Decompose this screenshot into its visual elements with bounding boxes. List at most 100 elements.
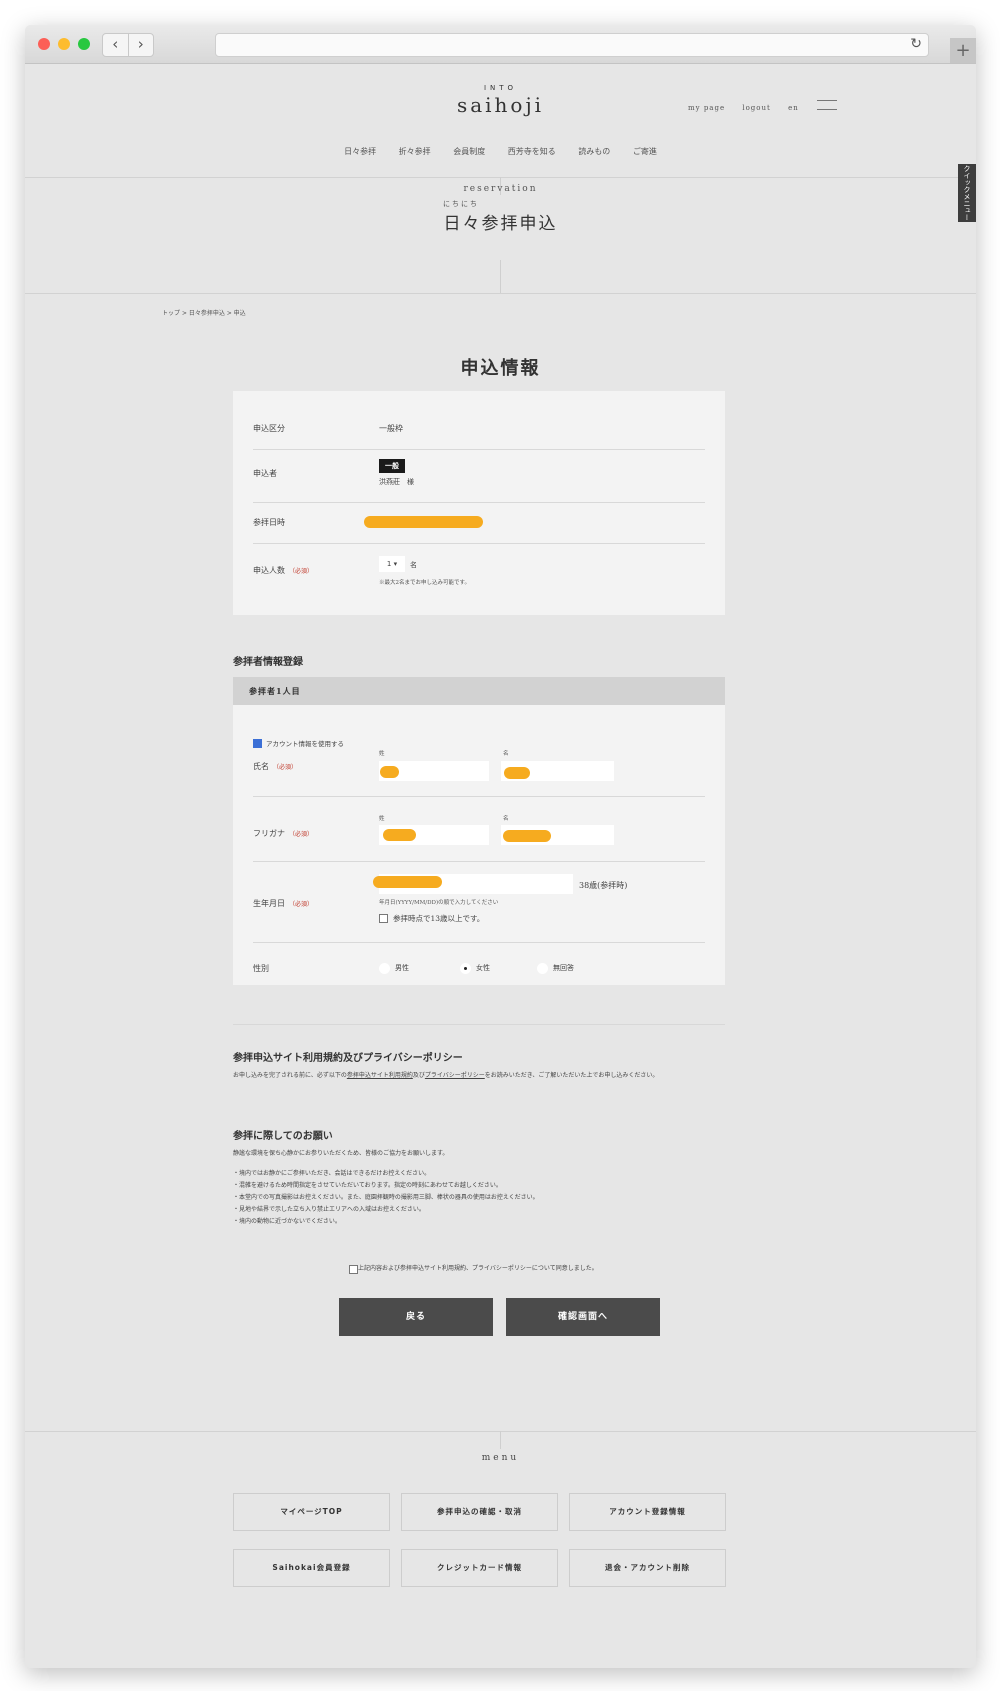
reload-icon[interactable]: ↻ (910, 36, 922, 52)
redacted-first-name (504, 767, 530, 779)
required-mark: （必須） (289, 901, 314, 908)
agree-checkbox[interactable] (349, 1265, 358, 1274)
terms-text-after: をお読みいただき、ご了解いただいた上でお申し込みください。 (484, 1072, 659, 1079)
terms-text-mid: 及び (412, 1072, 425, 1079)
required-mark: （必須） (289, 831, 314, 838)
visitor-section-title: 参拝者情報登録 (233, 657, 303, 668)
my-page-link[interactable]: my page (688, 104, 725, 112)
row-divider (253, 796, 705, 797)
redacted-birthdate (373, 876, 442, 888)
list-item: ・混雑を避けるため時間指定をさせていただいております。指定の時刻にあわせてお越し… (233, 1182, 502, 1189)
birthdate-label-text: 生年月日 (253, 899, 285, 908)
over13-checkbox[interactable] (379, 914, 388, 923)
menu-mypage-button[interactable]: マイページTOP (233, 1493, 390, 1531)
page-title: 日々参拝申込 (443, 214, 558, 234)
terms-text: お申し込みを完了される前に、必ず以下の参拝申込サイト利用規約及びプライバシーポリ… (233, 1070, 658, 1082)
nav-seasonal[interactable]: 折々参拝 (399, 147, 431, 156)
hero-subtitle: reservation (463, 184, 538, 194)
gender-label: 性別 (253, 964, 269, 973)
gender-male-label: 男性 (395, 964, 409, 972)
new-tab-button[interactable]: + (950, 38, 976, 63)
applicant-label: 申込者 (253, 469, 277, 478)
privacy-link[interactable]: プライバシーポリシー (425, 1072, 485, 1079)
row-divider (253, 502, 705, 503)
birthdate-note: 年月日(YYYY/MM/DD)の順で入力してください (379, 900, 499, 906)
menu-reservation-check-button[interactable]: 参拝申込の確認・取消 (401, 1493, 558, 1531)
browser-toolbar: ‹ › ↻ + (25, 25, 976, 64)
hero-line-bottom (500, 260, 501, 293)
footer-line (500, 1431, 501, 1449)
list-item: ・本堂内での写真撮影はお控えください。また、庭園拝観時の撮影用三脚、棒状の器具の… (233, 1194, 539, 1201)
hero-divider (25, 293, 976, 294)
applicant-name: 洪燕莊 様 (379, 478, 414, 486)
name-label: 氏名 （必須） (253, 761, 297, 772)
list-item: ・見地や結界で示した立ち入り禁止エリアへの入域はお控えください。 (233, 1206, 425, 1213)
category-value: 一般枠 (379, 424, 403, 433)
visitor-band-label: 参拝者1人目 (249, 686, 301, 696)
required-mark: （必須） (273, 764, 298, 771)
over13-label: 参拝時点で13歳以上です。 (393, 914, 485, 923)
required-mark: （必須） (289, 568, 314, 575)
request-title: 参拝に際してのお願い (233, 1131, 333, 1142)
age-display: 38歳(参拝時) (579, 881, 628, 890)
row-divider (253, 861, 705, 862)
category-label: 申込区分 (253, 424, 285, 433)
application-title: 申込情報 (460, 358, 541, 379)
request-intro: 静謐な環境を保ち心静かにお参りいただくため、皆様のご協力をお願いします。 (233, 1150, 449, 1157)
address-bar[interactable]: ↻ (215, 33, 929, 57)
visitor-card: アカウント情報を使用する 氏名 （必須） 姓 名 フリガナ （必須） 姓 名 生年月… (233, 705, 725, 985)
gender-none-radio[interactable] (537, 963, 548, 974)
forward-arrow-icon[interactable]: › (129, 34, 154, 56)
sei-label: 姓 (379, 751, 385, 757)
count-note: ※最大2名までお申し込み可能です。 (379, 580, 470, 586)
maximize-window-button[interactable] (78, 38, 90, 50)
request-list: ・境内ではお静かにご参拝いただき、会話はできるだけお控えください。 ・混雑を避け… (233, 1168, 539, 1228)
section-divider (233, 1024, 725, 1025)
page-content: INTO saihoji my page logout en 日々参拝 折々参拝… (25, 64, 976, 1668)
furigana-label: フリガナ （必須） (253, 828, 313, 839)
redacted-first-name-kana (503, 830, 551, 842)
gender-male-radio[interactable] (379, 963, 390, 974)
menu-withdraw-button[interactable]: 退会・アカウント削除 (569, 1549, 726, 1587)
count-select[interactable]: 1 ▾ (379, 556, 405, 572)
nav-donation[interactable]: ご寄進 (633, 147, 657, 156)
nav-reading[interactable]: 読みもの (578, 147, 610, 156)
hamburger-menu-icon[interactable] (817, 100, 837, 110)
terms-text-before: お申し込みを完了される前に、必ず以下の (233, 1072, 347, 1079)
menu-credit-card-button[interactable]: クレジットカード情報 (401, 1549, 558, 1587)
nav-membership[interactable]: 会員制度 (453, 147, 485, 156)
close-window-button[interactable] (38, 38, 50, 50)
use-account-checkbox[interactable] (253, 739, 262, 748)
breadcrumb[interactable]: トップ > 日々参拝申込 > 申込 (162, 308, 246, 317)
logo-prefix: INTO (483, 84, 518, 92)
back-button[interactable]: 戻る (339, 1298, 493, 1336)
logout-link[interactable]: logout (742, 104, 770, 112)
language-link[interactable]: en (788, 104, 799, 112)
redacted-last-name-kana (383, 829, 416, 841)
nav-daily[interactable]: 日々参拝 (344, 147, 376, 156)
gender-female-label: 女性 (476, 964, 490, 972)
redacted-datetime (364, 516, 483, 528)
applicant-badge: 一般 (379, 459, 405, 473)
minimize-window-button[interactable] (58, 38, 70, 50)
terms-link[interactable]: 参拝申込サイト利用規約 (347, 1072, 413, 1079)
gender-female-radio[interactable] (460, 963, 471, 974)
name-label-text: 氏名 (253, 762, 269, 771)
count-unit: 名 (410, 561, 417, 569)
account-links: my page logout en (688, 104, 813, 112)
menu-saihokai-button[interactable]: Saihokai会員登録 (233, 1549, 390, 1587)
browser-window: ‹ › ↻ + INTO saihoji my page logout en 日… (25, 25, 976, 1668)
row-divider (253, 449, 705, 450)
history-buttons: ‹ › (102, 33, 154, 57)
use-account-label: アカウント情報を使用する (266, 740, 344, 748)
menu-account-info-button[interactable]: アカウント登録情報 (569, 1493, 726, 1531)
confirm-button[interactable]: 確認画面へ (506, 1298, 660, 1336)
hero-ruby: にちにち (443, 200, 479, 208)
birthdate-label: 生年月日 （必須） (253, 898, 313, 909)
terms-title: 参拝申込サイト利用規約及びプライバシーポリシー (233, 1053, 463, 1064)
back-arrow-icon[interactable]: ‹ (103, 34, 129, 56)
mei-kana-label: 名 (503, 816, 509, 822)
nav-about[interactable]: 西芳寺を知る (508, 147, 556, 156)
row-divider (253, 543, 705, 544)
list-item: ・境内ではお静かにご参拝いただき、会話はできるだけお控えください。 (233, 1170, 431, 1177)
